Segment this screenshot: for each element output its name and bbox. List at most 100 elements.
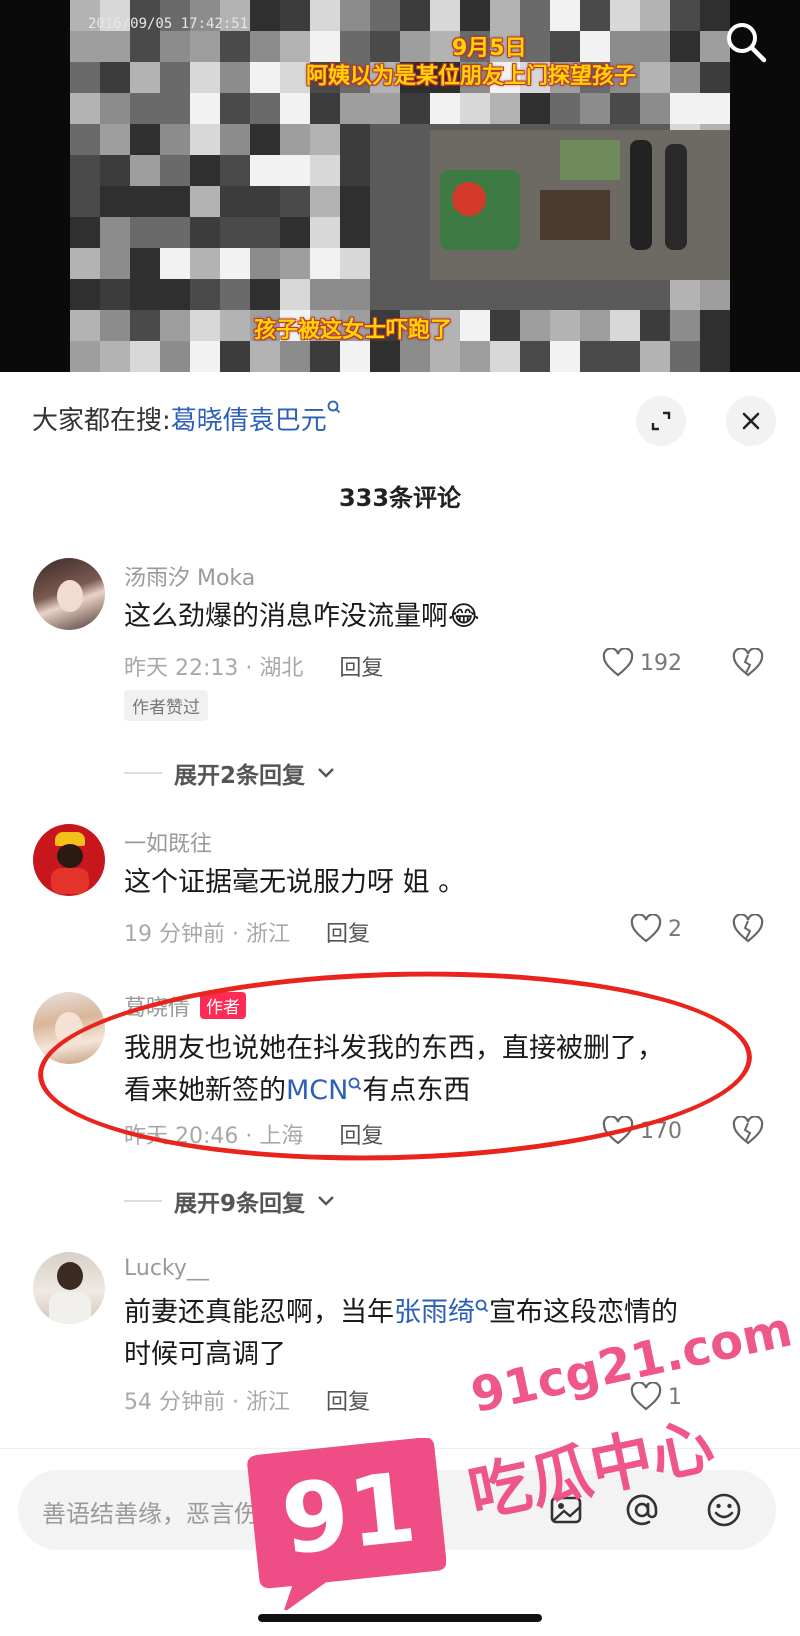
mosaic-cell: [280, 124, 310, 155]
trending-search-keyword[interactable]: 葛晓倩袁巴元: [171, 406, 327, 436]
mosaic-cell: [310, 248, 340, 279]
mosaic-cell: [250, 0, 280, 31]
search-icon[interactable]: [724, 20, 768, 64]
comment-meta: 19 分钟前 · 浙江 回复: [124, 916, 370, 948]
mosaic-cell: [490, 0, 520, 31]
mosaic-cell: [70, 62, 100, 93]
mosaic-cell: [670, 310, 700, 341]
mosaic-cell: [70, 31, 100, 62]
reply-button[interactable]: 回复: [326, 922, 370, 947]
avatar[interactable]: [33, 1252, 105, 1324]
author-liked-badge: 作者赞过: [124, 690, 208, 721]
dislike-button[interactable]: [732, 1115, 764, 1148]
comment-time: 54 分钟前 · 浙江: [124, 1390, 290, 1415]
reply-button[interactable]: 回复: [339, 656, 383, 681]
mosaic-cell: [70, 186, 100, 217]
mosaic-cell: [460, 341, 490, 372]
mosaic-cell: [250, 93, 280, 124]
mosaic-cell: [340, 279, 370, 310]
expand-replies-button[interactable]: 展开2条回复: [124, 756, 335, 790]
mosaic-cell: [220, 62, 250, 93]
mosaic-cell: [100, 310, 130, 341]
mosaic-cell: [220, 31, 250, 62]
like-count: 2: [668, 916, 682, 942]
mosaic-cell: [190, 31, 220, 62]
video-player[interactable]: 2016/09/05 17:42:51 9月5日 阿姨以为是某位朋友上门探望孩子…: [0, 0, 800, 372]
comment-time: 19 分钟前 · 浙江: [124, 922, 290, 947]
comment-username[interactable]: 汤雨汐 Moka: [124, 560, 255, 592]
mosaic-cell: [220, 310, 250, 341]
keyword-link[interactable]: 张雨绮: [394, 1297, 475, 1328]
mosaic-cell: [640, 62, 670, 93]
like-button[interactable]: 192: [602, 648, 682, 678]
broken-heart-icon: [732, 913, 764, 943]
mosaic-cell: [280, 93, 310, 124]
mosaic-cell: [310, 279, 340, 310]
mosaic-cell: [280, 341, 310, 372]
mosaic-cell: [100, 155, 130, 186]
mosaic-cell: [460, 93, 490, 124]
mosaic-cell: [220, 186, 250, 217]
mosaic-cell: [610, 310, 640, 341]
mosaic-cell: [70, 279, 100, 310]
mosaic-cell: [220, 124, 250, 155]
mosaic-cell: [70, 217, 100, 248]
mosaic-cell: [580, 93, 610, 124]
mosaic-cell: [700, 279, 730, 310]
mosaic-cell: [490, 310, 520, 341]
like-button[interactable]: 2: [630, 914, 682, 944]
expand-fullscreen-button[interactable]: [636, 396, 686, 446]
comment-count: 333条评论: [338, 484, 462, 512]
comment-username[interactable]: 一如既往: [124, 826, 212, 858]
trending-search[interactable]: 大家都在搜:葛晓倩袁巴元: [32, 400, 341, 437]
mosaic-cell: [190, 124, 220, 155]
mosaic-cell: [550, 341, 580, 372]
mosaic-cell: [130, 248, 160, 279]
comment-text-body: 这么劲爆的消息咋没流量啊: [124, 601, 448, 632]
mosaic-cell: [160, 124, 190, 155]
mosaic-cell: [100, 31, 130, 62]
mosaic-cell: [130, 124, 160, 155]
mosaic-cell: [310, 341, 340, 372]
expand-replies-button[interactable]: 展开9条回复: [124, 1184, 335, 1218]
mosaic-cell: [670, 62, 700, 93]
mosaic-cell: [280, 0, 310, 31]
mosaic-cell: [700, 341, 730, 372]
mosaic-cell: [520, 93, 550, 124]
search-small-icon: [475, 1297, 489, 1328]
mosaic-cell: [280, 155, 310, 186]
mosaic-cell: [460, 310, 490, 341]
mosaic-cell: [400, 93, 430, 124]
emoji-icon[interactable]: [704, 1490, 744, 1530]
mosaic-cell: [340, 0, 370, 31]
mosaic-cell: [640, 310, 670, 341]
dislike-button[interactable]: [732, 913, 764, 946]
mosaic-cell: [130, 155, 160, 186]
reply-button[interactable]: 回复: [326, 1390, 370, 1415]
mosaic-cell: [370, 0, 400, 31]
home-indicator[interactable]: [258, 1614, 542, 1622]
mosaic-cell: [100, 217, 130, 248]
like-count: 192: [640, 650, 682, 676]
mosaic-cell: [610, 93, 640, 124]
mosaic-cell: [490, 93, 520, 124]
mosaic-cell: [640, 31, 670, 62]
close-button[interactable]: [726, 396, 776, 446]
dislike-button[interactable]: [732, 647, 764, 680]
avatar[interactable]: [33, 558, 105, 630]
comment-username[interactable]: Lucky__: [124, 1256, 209, 1281]
mosaic-cell: [310, 124, 340, 155]
mosaic-cell: [310, 186, 340, 217]
close-icon: [742, 412, 760, 430]
mosaic-cell: [370, 341, 400, 372]
mosaic-cell: [70, 155, 100, 186]
avatar[interactable]: [33, 824, 105, 896]
mosaic-cell: [220, 155, 250, 186]
mosaic-cell: [130, 310, 160, 341]
mosaic-cell: [220, 217, 250, 248]
mosaic-cell: [100, 248, 130, 279]
mosaic-cell: [250, 31, 280, 62]
mosaic-cell: [340, 186, 370, 217]
mosaic-cell: [160, 186, 190, 217]
mosaic-cell: [130, 341, 160, 372]
